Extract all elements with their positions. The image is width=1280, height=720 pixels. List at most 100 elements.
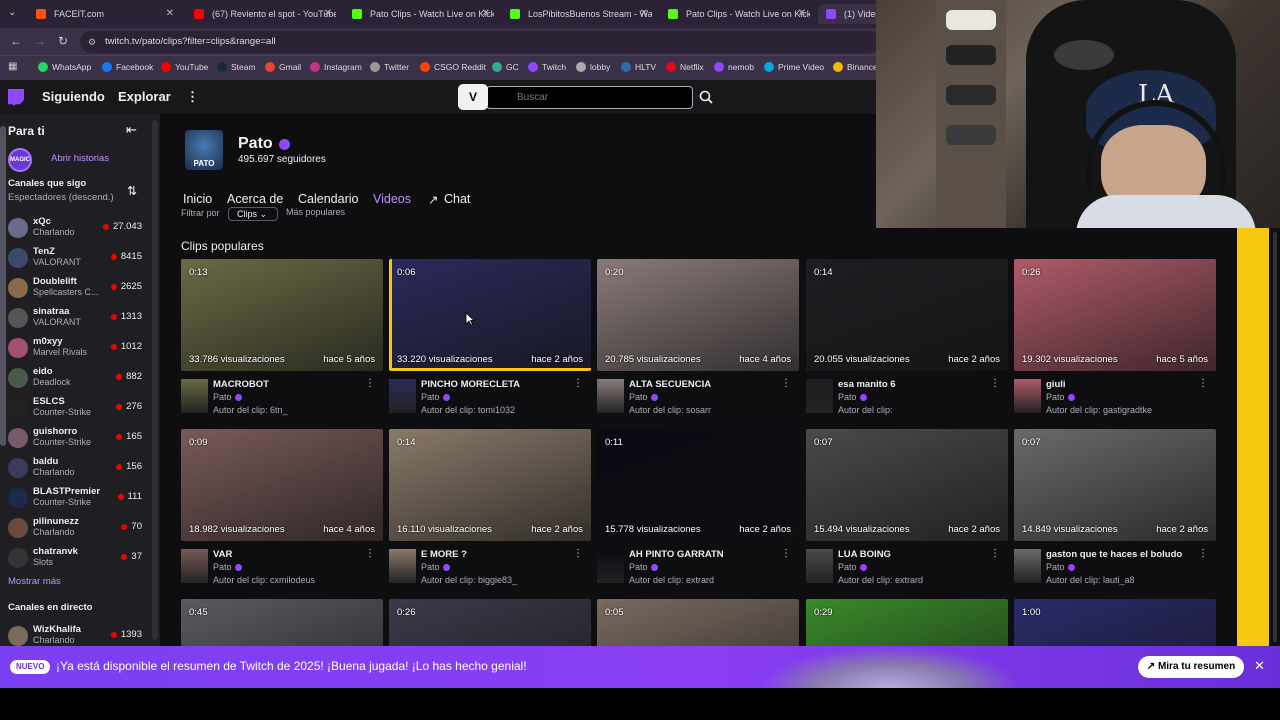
- sidebar-channel[interactable]: chatranvk Slots 37: [0, 544, 150, 574]
- sidebar-channel[interactable]: pilinunezz Charlando 70: [0, 514, 150, 544]
- bookmark-lobby[interactable]: lobby: [576, 62, 610, 72]
- more-options-icon[interactable]: ⋮: [990, 548, 1000, 559]
- clip-channel-avatar[interactable]: [806, 549, 833, 583]
- sidebar-channel[interactable]: TenZ VALORANT 8415: [0, 244, 150, 274]
- clip-channel-avatar[interactable]: [806, 379, 833, 413]
- bookmark-netflix[interactable]: Netflix: [666, 62, 704, 72]
- sidebar-channel[interactable]: guishorro Counter-Strike 165: [0, 424, 150, 454]
- collapse-sidebar-icon[interactable]: ⇤: [126, 122, 137, 138]
- bookmark-binance[interactable]: Binance: [833, 62, 878, 72]
- more-menu-icon[interactable]: ⋮: [186, 89, 199, 105]
- more-options-icon[interactable]: ⋮: [365, 548, 375, 559]
- clip-title[interactable]: PINCHO MORECLETA: [421, 379, 520, 390]
- tab-about[interactable]: Acerca de: [227, 192, 283, 206]
- clip-title[interactable]: MACROBOT: [213, 379, 269, 390]
- clip-channel[interactable]: Pato: [629, 562, 658, 572]
- clip-channel-avatar[interactable]: [389, 549, 416, 583]
- watch-recap-button[interactable]: ↗ Mira tu resumen: [1138, 656, 1244, 678]
- clip-channel-avatar[interactable]: [597, 379, 624, 413]
- sort-icon[interactable]: ⇅: [127, 184, 137, 198]
- clip-title[interactable]: ALTA SECUENCIA: [629, 379, 711, 390]
- sidebar-channel[interactable]: eido Deadlock 882: [0, 364, 150, 394]
- search-input[interactable]: Buscar: [486, 86, 693, 109]
- clip-channel[interactable]: Pato: [1046, 392, 1075, 402]
- browser-tab[interactable]: (67) Reviento el spot - YouTube ✕: [186, 4, 336, 24]
- site-info-icon[interactable]: ⚙: [88, 31, 96, 53]
- more-options-icon[interactable]: ⋮: [1198, 378, 1208, 389]
- more-options-icon[interactable]: ⋮: [990, 378, 1000, 389]
- main-scrollbar[interactable]: [1270, 228, 1280, 646]
- bookmark-csgo-reddit[interactable]: CSGO Reddit: [420, 62, 486, 72]
- forward-icon[interactable]: →: [34, 34, 46, 48]
- sidebar-channel[interactable]: m0xyy Marvel Rivals 1012: [0, 334, 150, 364]
- main-scroll-track[interactable]: [1273, 232, 1277, 642]
- open-stories-link[interactable]: Abrir historias: [51, 153, 109, 164]
- bookmark-hltv[interactable]: HLTV: [621, 62, 656, 72]
- more-options-icon[interactable]: ⋮: [1198, 548, 1208, 559]
- bookmark-gc[interactable]: GC: [492, 62, 519, 72]
- apps-grid-icon[interactable]: ▦: [8, 61, 17, 72]
- clip-title[interactable]: gaston que te haces el boludo: [1046, 549, 1182, 560]
- channel-name[interactable]: Pato: [238, 135, 273, 153]
- browser-tab[interactable]: Pato Clips - Watch Live on Kick ✕: [660, 4, 810, 24]
- close-icon[interactable]: ✕: [798, 8, 806, 19]
- tab-list-icon[interactable]: ⌄: [8, 7, 16, 18]
- sidebar-channel[interactable]: xQc Charlando 27.043: [0, 214, 150, 244]
- bookmark-steam[interactable]: Steam: [217, 62, 256, 72]
- bookmark-twitter[interactable]: Twitter: [370, 62, 409, 72]
- sidebar-channel[interactable]: baldu Charlando 156: [0, 454, 150, 484]
- clip-thumbnail[interactable]: [389, 599, 591, 646]
- tab-schedule[interactable]: Calendario: [298, 192, 358, 206]
- clip-channel[interactable]: Pato: [629, 392, 658, 402]
- more-options-icon[interactable]: ⋮: [781, 378, 791, 389]
- browser-tab-active[interactable]: (1) Videos: [818, 4, 880, 24]
- more-options-icon[interactable]: ⋮: [781, 548, 791, 559]
- chat-popout-icon[interactable]: ↗: [428, 192, 438, 207]
- twitch-logo-icon[interactable]: [8, 89, 24, 106]
- clip-thumbnail[interactable]: [597, 599, 799, 646]
- search-button[interactable]: [695, 86, 717, 109]
- tab-videos[interactable]: Videos: [373, 192, 411, 206]
- reload-icon[interactable]: ↻: [58, 34, 68, 48]
- back-icon[interactable]: ←: [10, 34, 22, 48]
- more-options-icon[interactable]: ⋮: [573, 378, 583, 389]
- clip-channel[interactable]: Pato: [421, 562, 450, 572]
- close-icon[interactable]: ✕: [640, 8, 648, 19]
- stories-avatar[interactable]: MAGIC: [8, 148, 32, 172]
- clip-channel-avatar[interactable]: [181, 549, 208, 583]
- bookmark-twitch[interactable]: Twitch: [528, 62, 566, 72]
- clip-title[interactable]: esa manito 6: [838, 379, 896, 390]
- clip-thumbnail[interactable]: [1014, 599, 1216, 646]
- show-more-link[interactable]: Mostrar más: [8, 576, 61, 587]
- clip-channel[interactable]: Pato: [838, 562, 867, 572]
- close-icon[interactable]: ✕: [1254, 658, 1265, 674]
- following-link[interactable]: Siguiendo: [42, 89, 105, 104]
- browser-tab[interactable]: Pato Clips - Watch Live on Kick ✕: [344, 4, 494, 24]
- tab-home[interactable]: Inicio: [183, 192, 212, 206]
- more-options-icon[interactable]: ⋮: [365, 378, 375, 389]
- tab-chat[interactable]: Chat: [444, 192, 470, 206]
- bookmark-nemob[interactable]: nemob: [714, 62, 754, 72]
- close-icon[interactable]: ✕: [166, 8, 174, 19]
- clip-title[interactable]: LUA BOING: [838, 549, 891, 560]
- clip-channel[interactable]: Pato: [421, 392, 450, 402]
- close-icon[interactable]: ✕: [482, 8, 490, 19]
- sidebar-scroll-thumb[interactable]: [0, 126, 6, 446]
- bookmark-prime-video[interactable]: Prime Video: [764, 62, 824, 72]
- clip-channel[interactable]: Pato: [838, 392, 867, 402]
- bookmark-youtube[interactable]: YouTube: [161, 62, 208, 72]
- bookmark-instagram[interactable]: Instagram: [310, 62, 362, 72]
- clip-channel-avatar[interactable]: [181, 379, 208, 413]
- clip-channel[interactable]: Pato: [1046, 562, 1075, 572]
- address-bar[interactable]: ⚙ twitch.tv/pato/clips?filter=clips&rang…: [80, 31, 880, 53]
- browser-tab[interactable]: FACEIT.com ✕: [28, 4, 178, 24]
- browser-tab[interactable]: LosPibitosBuenos Stream - Wat ✕: [502, 4, 652, 24]
- clip-title[interactable]: giuli: [1046, 379, 1066, 390]
- bookmark-whatsapp[interactable]: WhatsApp: [38, 62, 91, 72]
- clip-channel-avatar[interactable]: [1014, 379, 1041, 413]
- close-icon[interactable]: ✕: [324, 8, 332, 19]
- clip-channel[interactable]: Pato: [213, 392, 242, 402]
- sidebar-channel[interactable]: sinatraa VALORANT 1313: [0, 304, 150, 334]
- filter-dropdown[interactable]: Clips ⌄: [228, 207, 278, 221]
- browse-link[interactable]: Explorar: [118, 89, 171, 104]
